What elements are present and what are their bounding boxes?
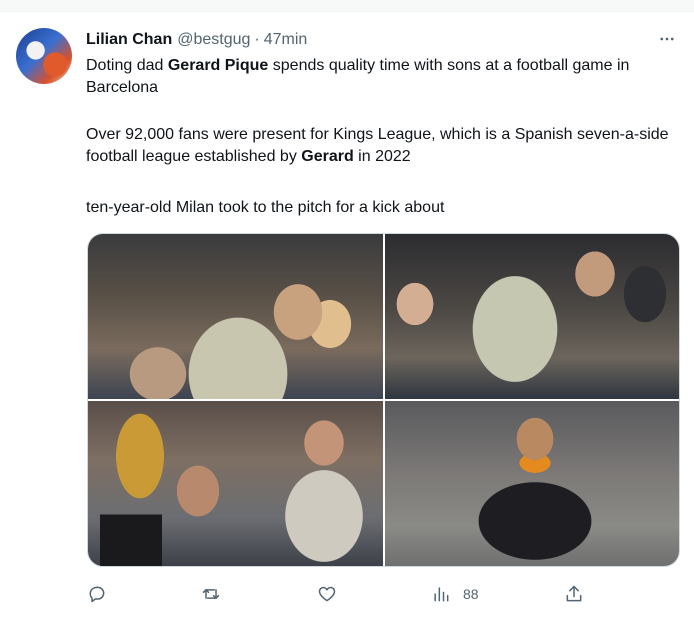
photo-2[interactable] [385,234,679,399]
share-button[interactable] [564,582,584,606]
heart-icon [318,586,336,602]
tweet-header: Lilian Chan @bestgug · 47min [86,29,307,51]
bold-name: Gerard [301,148,354,165]
views-count: 88 [463,586,479,602]
more-options-button[interactable] [656,30,678,48]
media-grid [87,233,680,567]
author-handle[interactable]: @bestgug [177,31,250,49]
reply-button[interactable] [87,582,107,606]
reply-icon [89,586,105,603]
tweet-text-paragraph-3: ten-year-old Milan took to the pitch for… [86,199,445,216]
retweet-icon [202,589,220,599]
tweet-timestamp[interactable]: 47min [264,31,308,49]
photo-1[interactable] [88,234,383,399]
header-separator: · [254,31,260,48]
retweet-button[interactable] [201,582,221,606]
bold-name: Gerard Pique [167,57,269,74]
timeline-top-divider [0,0,694,12]
like-button[interactable] [317,582,337,606]
tweet-text-paragraph-1: Doting dad Gerard Pique spends quality t… [86,55,676,99]
author-name[interactable]: Lilian Chan [86,31,172,49]
text-segment: in 2022 [353,148,411,165]
avatar[interactable] [16,28,72,84]
text-segment: Doting dad [86,57,168,74]
photo-3[interactable] [88,401,383,566]
more-horizontal-icon [660,37,674,41]
tweet-actions: 88 [86,582,676,606]
photo-4[interactable] [385,401,679,566]
tweet-text-paragraph-2: Over 92,000 fans were present for Kings … [86,124,676,168]
views-button[interactable]: 88 [431,582,479,606]
views-bar-icon [434,587,449,602]
share-icon [566,585,582,602]
